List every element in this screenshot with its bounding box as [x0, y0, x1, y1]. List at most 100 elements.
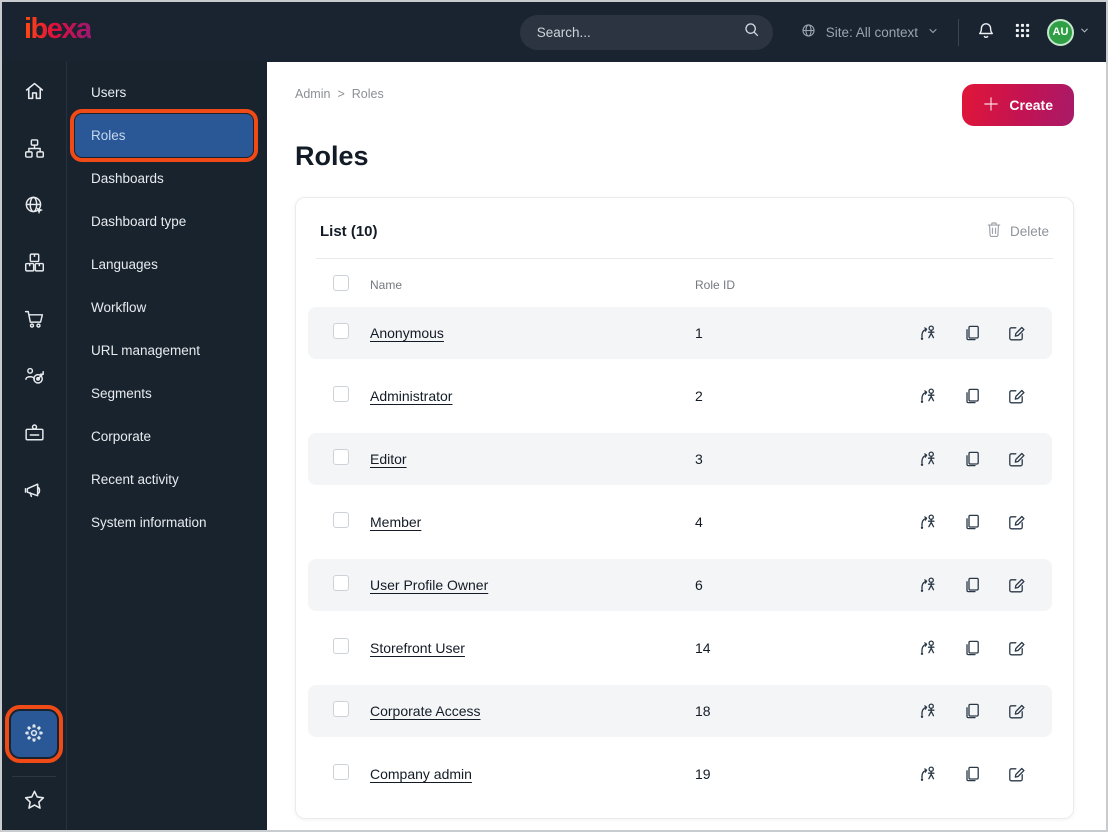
sidebar-personalization-button[interactable]: [2, 349, 67, 406]
copy-role-button[interactable]: [962, 701, 982, 721]
sidebar-item-recent-activity[interactable]: Recent activity: [67, 458, 267, 501]
ibexa-logo[interactable]: ibexa: [24, 15, 92, 49]
role-name-link[interactable]: Administrator: [370, 388, 452, 404]
edit-role-button[interactable]: [1006, 701, 1026, 721]
sidebar-marketing-button[interactable]: [2, 463, 67, 520]
copy-role-button[interactable]: [962, 323, 982, 343]
assign-users-button[interactable]: [918, 575, 938, 595]
sidebar-content-button[interactable]: [2, 121, 67, 178]
role-name-link[interactable]: Storefront User: [370, 640, 465, 656]
site-context-dropdown[interactable]: Site: All context: [800, 22, 939, 42]
home-icon: [23, 80, 46, 106]
copy-icon: [962, 640, 982, 661]
role-name-link[interactable]: Corporate Access: [370, 703, 481, 719]
role-name-link[interactable]: User Profile Owner: [370, 577, 488, 593]
sidebar-item-system-information[interactable]: System information: [67, 501, 267, 544]
search-icon[interactable]: [743, 21, 760, 43]
delete-button-label: Delete: [1009, 223, 1049, 239]
sidebar-item-languages[interactable]: Languages: [67, 243, 267, 286]
sidebar-home-button[interactable]: [2, 64, 67, 121]
breadcrumb-admin[interactable]: Admin: [295, 87, 330, 101]
role-id-value: 6: [695, 577, 703, 593]
chevron-down-icon: [927, 25, 939, 40]
notifications-button[interactable]: [976, 21, 996, 44]
breadcrumb: Admin > Roles: [295, 87, 384, 101]
sidebar-item-segments[interactable]: Segments: [67, 372, 267, 415]
star-icon: [22, 788, 47, 816]
search-input[interactable]: [536, 24, 735, 40]
role-name-link[interactable]: Anonymous: [370, 325, 444, 341]
role-id-value: 18: [695, 703, 711, 719]
assign-user-icon: [918, 325, 938, 346]
assign-users-button[interactable]: [918, 512, 938, 532]
assign-users-button[interactable]: [918, 638, 938, 658]
copy-role-button[interactable]: [962, 764, 982, 784]
globe-cursor-icon: [23, 194, 46, 220]
row-checkbox[interactable]: [333, 763, 349, 780]
role-name-link[interactable]: Member: [370, 514, 421, 530]
sidebar-item-workflow[interactable]: Workflow: [67, 286, 267, 329]
breadcrumb-roles[interactable]: Roles: [352, 87, 384, 101]
copy-role-button[interactable]: [962, 512, 982, 532]
sidebar-item-url-management[interactable]: URL management: [67, 329, 267, 372]
sidebar-item-dashboards[interactable]: Dashboards: [67, 157, 267, 200]
assign-user-icon: [918, 514, 938, 535]
row-checkbox[interactable]: [333, 700, 349, 717]
role-name-link[interactable]: Company admin: [370, 766, 472, 782]
edit-role-button[interactable]: [1006, 764, 1026, 784]
edit-role-button[interactable]: [1006, 512, 1026, 532]
sidebar-products-button[interactable]: [2, 235, 67, 292]
sidebar-bookmarks-button[interactable]: [2, 780, 67, 824]
edit-icon: [1006, 515, 1026, 535]
create-button[interactable]: Create: [962, 84, 1074, 126]
sidebar-admin-button-highlighted[interactable]: [5, 705, 63, 763]
copy-role-button[interactable]: [962, 575, 982, 595]
assign-users-button[interactable]: [918, 449, 938, 469]
create-button-label: Create: [1009, 97, 1053, 113]
sidebar-item-dashboard-type[interactable]: Dashboard type: [67, 200, 267, 243]
copy-role-button[interactable]: [962, 386, 982, 406]
edit-role-button[interactable]: [1006, 449, 1026, 469]
sidebar-item-roles[interactable]: Roles: [70, 109, 258, 162]
role-name-link[interactable]: Editor: [370, 451, 407, 467]
assign-user-icon: [918, 388, 938, 409]
sidebar-site-button[interactable]: [2, 178, 67, 235]
assign-users-button[interactable]: [918, 386, 938, 406]
user-menu[interactable]: AU: [1047, 18, 1090, 46]
table-row: Administrator 2: [308, 370, 1052, 422]
select-all-checkbox[interactable]: [333, 274, 349, 291]
edit-role-button[interactable]: [1006, 575, 1026, 595]
sidebar-corporate-button[interactable]: [2, 406, 67, 463]
sidebar-commerce-button[interactable]: [2, 292, 67, 349]
row-checkbox[interactable]: [333, 574, 349, 591]
row-checkbox[interactable]: [333, 322, 349, 339]
role-id-value: 1: [695, 325, 703, 341]
row-checkbox[interactable]: [333, 448, 349, 465]
page-title: Roles: [295, 141, 369, 171]
delete-button[interactable]: Delete: [986, 221, 1049, 241]
boxes-icon: [23, 251, 46, 277]
edit-role-button[interactable]: [1006, 323, 1026, 343]
row-checkbox[interactable]: [333, 637, 349, 654]
edit-role-button[interactable]: [1006, 638, 1026, 658]
avatar[interactable]: AU: [1047, 18, 1074, 46]
copy-role-button[interactable]: [962, 449, 982, 469]
edit-role-button[interactable]: [1006, 386, 1026, 406]
assign-users-button[interactable]: [918, 764, 938, 784]
sidebar-bottom-divider: [12, 776, 56, 777]
edit-icon: [1006, 452, 1026, 472]
global-search[interactable]: [519, 14, 773, 50]
globe-icon: [800, 22, 817, 42]
table-row: Member 4: [308, 496, 1052, 548]
row-checkbox[interactable]: [333, 385, 349, 402]
sidebar-item-users[interactable]: Users: [67, 71, 267, 114]
assign-users-button[interactable]: [918, 323, 938, 343]
assign-users-button[interactable]: [918, 701, 938, 721]
table-row: Storefront User 14: [308, 622, 1052, 674]
icon-sidebar: [2, 62, 67, 830]
row-checkbox[interactable]: [333, 511, 349, 528]
apps-grid-button[interactable]: [1013, 21, 1032, 43]
sidebar-item-corporate[interactable]: Corporate: [67, 415, 267, 458]
copy-role-button[interactable]: [962, 638, 982, 658]
edit-icon: [1006, 389, 1026, 409]
